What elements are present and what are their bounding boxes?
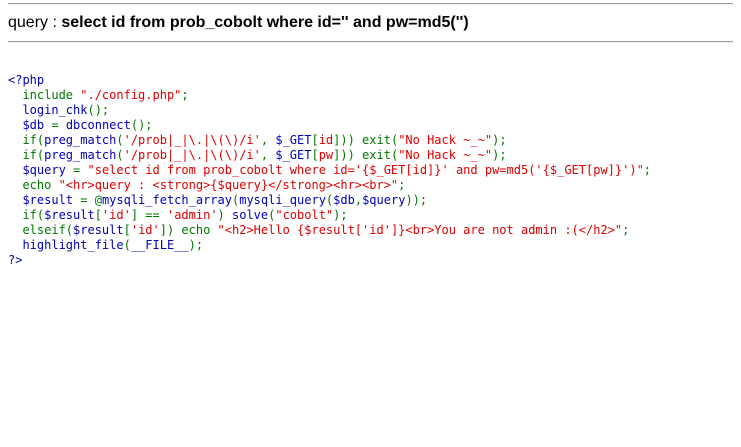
code-token: );	[333, 208, 348, 222]
code-line: ?>	[8, 253, 22, 267]
code-token: ,	[354, 193, 363, 207]
code-token: if(	[8, 148, 45, 162]
code-token: "select id from prob_cobolt where id='{$…	[87, 163, 644, 177]
code-token: $result	[22, 193, 74, 207]
code-token: elseif(	[8, 223, 74, 237]
code-token: ;	[622, 223, 630, 237]
code-token: 'id'	[130, 223, 160, 237]
code-token: )	[217, 208, 232, 222]
code-token: ;	[643, 163, 652, 177]
code-token: $query	[362, 193, 406, 207]
code-token: );	[188, 238, 204, 252]
code-token: [	[311, 133, 319, 147]
code-token: "./config.php"	[80, 88, 182, 102]
code-token: echo	[8, 178, 59, 192]
query-label: query :	[8, 14, 62, 31]
code-token: <?php	[8, 73, 45, 87]
code-token: mysqli_fetch_array	[101, 193, 232, 207]
code-token: ();	[130, 118, 153, 132]
code-token: "<hr>query : <strong>{$query}</strong><h…	[58, 178, 399, 192]
query-sql: select id from prob_cobolt where id='' a…	[61, 14, 469, 31]
code-token: ));	[405, 193, 428, 207]
code-token: ;	[181, 88, 189, 102]
code-line: $db = dbconnect();	[8, 118, 153, 132]
code-token: dbconnect	[65, 118, 131, 132]
code-token: $query	[22, 163, 66, 177]
code-token: if(	[8, 133, 45, 147]
code-token: ,	[260, 148, 276, 162]
code-token: ])) exit(	[333, 133, 399, 147]
code-token: (	[116, 133, 124, 147]
code-token: pw	[318, 148, 334, 162]
code-token: mysqli_query	[239, 193, 326, 207]
code-token: preg_match	[44, 133, 117, 147]
code-token: "No Hack ~_~"	[398, 148, 493, 162]
code-token: 'id'	[101, 208, 131, 222]
code-token: ]) echo	[159, 223, 218, 237]
code-token: [	[311, 148, 319, 162]
code-token: [	[123, 223, 131, 237]
code-token: '/prob|_|\.|\(\)/i'	[123, 148, 261, 162]
code-line: elseif($result['id']) echo "<h2>Hello {$…	[8, 223, 629, 237]
code-token: [	[94, 208, 102, 222]
code-token: 'admin'	[166, 208, 218, 222]
code-line: $result = @mysqli_fetch_array(mysqli_que…	[8, 193, 427, 207]
code-line: $query = "select id from prob_cobolt whe…	[8, 163, 651, 177]
code-token: $_GET	[275, 133, 312, 147]
bottom-horizontal-rule	[8, 41, 733, 43]
code-token: (	[116, 148, 124, 162]
code-token: ;	[398, 178, 406, 192]
query-display: query : select id from prob_cobolt where…	[8, 14, 469, 32]
code-token: highlight_file	[22, 238, 124, 252]
code-token: __FILE__	[130, 238, 189, 252]
code-token: include	[8, 88, 81, 102]
code-token: "cobolt"	[275, 208, 334, 222]
code-token: =	[44, 118, 66, 132]
code-line: echo "<hr>query : <strong>{$query}</stro…	[8, 178, 405, 192]
code-token: "<h2>Hello {$result['id']}<br>You are no…	[217, 223, 623, 237]
code-token: $db	[22, 118, 45, 132]
code-token: preg_match	[44, 148, 117, 162]
code-token: ] ==	[130, 208, 167, 222]
code-token: ])) exit(	[333, 148, 399, 162]
code-token: login_chk	[22, 103, 88, 117]
code-token: );	[492, 133, 507, 147]
code-token: $result	[73, 223, 124, 237]
code-token: '/prob|_|\.|\(\)/i'	[123, 133, 261, 147]
code-token: ,	[260, 133, 276, 147]
code-token: if(	[8, 208, 45, 222]
code-token: );	[492, 148, 507, 162]
code-line: highlight_file(__FILE__);	[8, 238, 203, 252]
top-horizontal-rule	[8, 3, 733, 5]
highlighted-source-code: <?php include "./config.php"; login_chk(…	[8, 73, 651, 268]
code-line: if(preg_match('/prob|_|\.|\(\)/i', $_GET…	[8, 148, 507, 162]
code-token: solve	[232, 208, 269, 222]
code-line: <?php	[8, 73, 44, 87]
code-token: = @	[73, 193, 102, 207]
code-line: include "./config.php";	[8, 88, 189, 102]
code-token: $result	[44, 208, 95, 222]
code-token: id	[318, 133, 334, 147]
code-line: login_chk();	[8, 103, 109, 117]
code-token: $_GET	[275, 148, 312, 162]
code-token: $db	[333, 193, 355, 207]
code-line: if(preg_match('/prob|_|\.|\(\)/i', $_GET…	[8, 133, 507, 147]
code-token: ();	[87, 103, 110, 117]
code-token: ?>	[8, 253, 23, 267]
code-line: if($result['id'] == 'admin') solve("cobo…	[8, 208, 348, 222]
code-token: "No Hack ~_~"	[398, 133, 493, 147]
code-token: (	[123, 238, 131, 252]
code-token: =	[65, 163, 88, 177]
